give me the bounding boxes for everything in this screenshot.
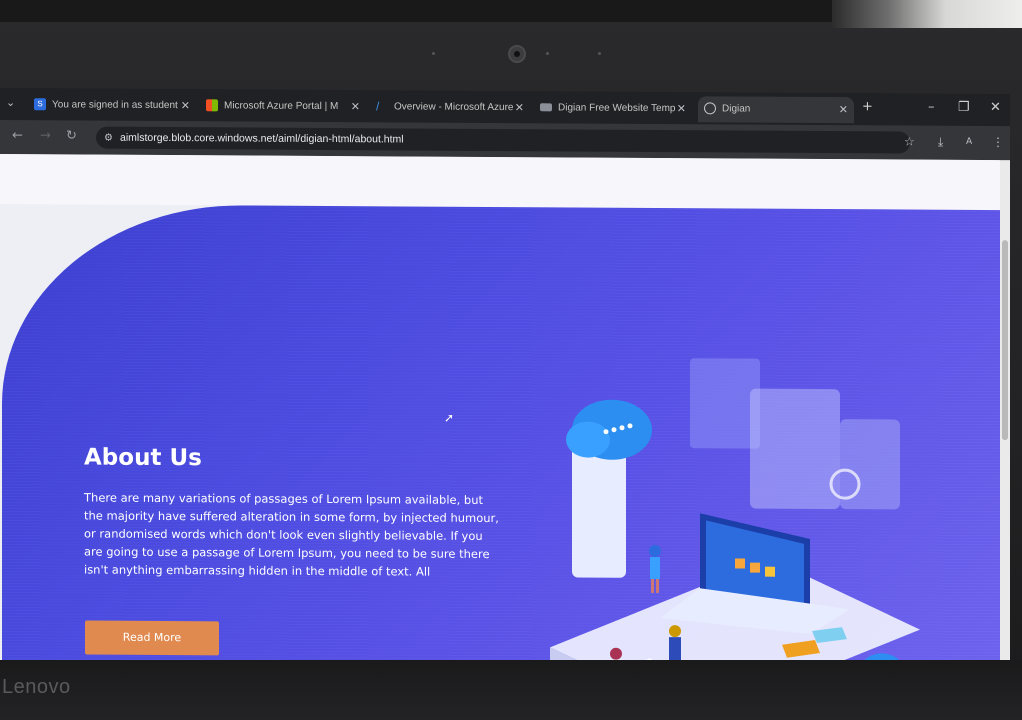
- back-icon[interactable]: ←: [12, 128, 23, 143]
- sensor-dot: [432, 52, 435, 55]
- screen: ⌄ S You are signed in as student ✕ Micros…: [0, 88, 1010, 667]
- minimize-icon[interactable]: –: [928, 100, 935, 115]
- bg-panel: [690, 358, 760, 449]
- new-tab-icon[interactable]: +: [862, 99, 873, 114]
- restore-icon[interactable]: ❐: [958, 100, 970, 115]
- sign-in-status-icon: S: [34, 98, 46, 111]
- tech-illustration: [550, 358, 920, 667]
- tab-label: Digian Free Website Temp: [558, 102, 676, 115]
- read-more-button[interactable]: Read More: [85, 620, 219, 656]
- forward-icon[interactable]: →: [40, 128, 51, 143]
- close-tab-icon[interactable]: ✕: [677, 96, 686, 122]
- scrollbar-thumb[interactable]: [1002, 240, 1008, 441]
- bottom-bezel: [0, 660, 1022, 720]
- tab-label: Overview - Microsoft Azure: [394, 101, 514, 114]
- tab-label: Digian: [722, 103, 751, 115]
- web-page: About Us There are many variations of pa…: [0, 154, 1000, 667]
- about-paragraph: There are many variations of passages of…: [84, 490, 499, 579]
- download-icon[interactable]: ⤓: [938, 135, 943, 150]
- mouse-cursor-icon: ➚: [444, 410, 455, 425]
- globe-icon: [704, 102, 716, 115]
- sensor-dot: [598, 52, 601, 55]
- page-header-band: [0, 154, 1000, 211]
- page-icon: [540, 103, 552, 112]
- menu-icon[interactable]: ⋮: [992, 135, 1004, 149]
- site-settings-icon[interactable]: ⚙: [104, 133, 113, 144]
- reload-icon[interactable]: ↻: [66, 128, 77, 143]
- url-text: aimlstorge.blob.core.windows.net/aiml/di…: [120, 131, 404, 146]
- bookmark-star-icon[interactable]: ☆: [904, 135, 915, 149]
- close-tab-icon[interactable]: ✕: [839, 97, 848, 123]
- close-tab-icon[interactable]: ✕: [351, 94, 360, 120]
- profile-icon[interactable]: A: [966, 137, 972, 147]
- background-wall: [832, 0, 1022, 28]
- close-window-icon[interactable]: ✕: [990, 100, 1001, 115]
- bezel-edge: [0, 0, 840, 22]
- scrollbar[interactable]: [1000, 160, 1010, 667]
- close-tab-icon[interactable]: ✕: [181, 93, 190, 119]
- tab-azure-portal[interactable]: Microsoft Azure Portal | M ✕: [206, 93, 360, 120]
- tab-label: You are signed in as student: [52, 99, 178, 112]
- tab-label: Microsoft Azure Portal | M: [224, 100, 339, 113]
- tab-azure-overview[interactable]: / Overview - Microsoft Azure ✕: [376, 94, 524, 121]
- page-title: About Us: [84, 444, 202, 472]
- address-bar[interactable]: aimlstorge.blob.core.windows.net/aiml/di…: [96, 126, 910, 154]
- laptop-frame: ⌄ S You are signed in as student ✕ Micros…: [0, 0, 1022, 720]
- brand-logo: Lenovo: [2, 676, 71, 698]
- sensor-dot: [546, 52, 549, 55]
- person-figure: [649, 545, 661, 594]
- microsoft-logo-icon: [206, 99, 218, 112]
- tab-digian[interactable]: Digian ✕: [698, 96, 854, 124]
- tab-signed-in[interactable]: S You are signed in as student ✕: [34, 92, 190, 119]
- close-tab-icon[interactable]: ✕: [515, 95, 524, 121]
- cloud-icon: [566, 421, 610, 458]
- webcam: [508, 45, 526, 63]
- azure-logo-icon: /: [376, 99, 380, 114]
- bg-panel: [750, 388, 840, 510]
- bg-panel: [840, 419, 900, 510]
- tab-search-icon[interactable]: ⌄: [6, 96, 15, 109]
- tab-digian-template[interactable]: Digian Free Website Temp ✕: [540, 95, 686, 122]
